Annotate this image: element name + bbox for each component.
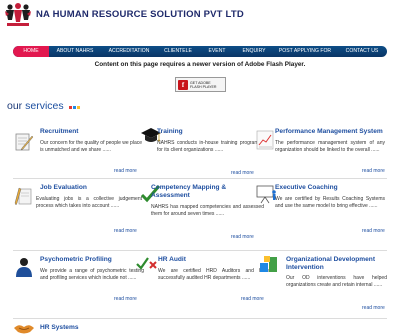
service-title[interactable]: Performance Management System [275,128,383,136]
read-more-link[interactable]: read more [231,234,254,240]
handshake-icon [14,325,34,334]
pencil-paper-icon [14,187,32,206]
person-silhouette-icon [16,258,32,277]
service-desc: The performance management system of any… [275,140,385,154]
get-flash-player-button[interactable]: f GET ADOBE FLASH PLAYER [175,77,226,92]
main-nav: HOME ABOUT NAHRS ACCREDITATION CLIENTELE… [13,46,387,57]
flash-required-message: Content on this page requires a newer ve… [94,61,306,68]
service-title[interactable]: Training [157,128,183,136]
row-divider [13,178,387,179]
read-more-link[interactable]: read more [231,170,254,176]
service-performance-management: Performance Management System The perfor… [255,125,387,177]
company-name: NA HUMAN RESOURCE SOLUTION PVT LTD [36,9,244,20]
row-divider [13,250,387,251]
header: NA HUMAN RESOURCE SOLUTION PVT LTD [0,0,400,30]
service-desc: Evaluating jobs is a collective judgemen… [36,196,142,210]
nav-home[interactable]: HOME [13,46,49,57]
nav-accreditation[interactable]: ACCREDITATION [101,46,157,57]
read-more-link[interactable]: read more [362,305,385,311]
service-hr-audit: HR Audit We are certified HRD Auditors a… [136,253,270,309]
nav-enquiry[interactable]: ENQUIRY [235,46,273,57]
service-title[interactable]: HR Systems [40,324,78,332]
nav-clientele[interactable]: CLIENTELE [157,46,199,57]
service-desc: NAHRS has mapped competencies and assess… [151,204,264,218]
check-cross-icon [136,257,157,270]
service-desc: Our OD interventions have helped organiz… [286,275,387,289]
service-desc: We are certified by Results Coaching Sys… [275,196,385,210]
dot-red [68,106,72,110]
presentation-board-icon [256,185,276,204]
service-title[interactable]: Recruitment [40,128,78,136]
line-chart-icon [256,130,274,150]
service-desc: Our concern for the quality of people we… [40,140,143,154]
service-executive-coaching: Executive Coaching We are certified by R… [255,181,387,237]
service-title[interactable]: Job Evaluation [40,184,87,192]
service-desc: NAHRS conducts in-house training program… [157,140,261,154]
service-training: Training NAHRS conducts in-house trainin… [140,125,268,177]
read-more-link[interactable]: read more [114,168,137,174]
read-more-link[interactable]: read more [362,228,385,234]
service-recruitment: Recruitment Our concern for the quality … [13,125,143,177]
read-more-link[interactable]: read more [362,168,385,174]
service-job-evaluation: Job Evaluation Evaluating jobs is a coll… [13,181,142,237]
service-hr-systems: HR Systems [13,320,141,335]
services-heading: our services [7,100,81,112]
building-blocks-icon [260,256,277,272]
service-desc: We are certified HRD Auditors and have s… [158,268,270,282]
company-logo[interactable] [4,2,32,28]
service-title[interactable]: Psychometric Profiling [40,256,112,264]
nav-event[interactable]: EVENT [199,46,235,57]
service-desc: We provide a range of psychometric testi… [40,268,144,282]
document-pencil-icon [15,133,34,151]
service-competency-mapping: Competency Mapping & Assessment NAHRS ha… [140,181,268,243]
nav-about[interactable]: ABOUT NAHRS [49,46,101,57]
nav-contact[interactable]: CONTACT US [337,46,387,57]
service-od-intervention: Organizational Development Intervention … [258,253,388,313]
flash-badge-line2: FLASH PLAYER [190,84,217,89]
heading-dots [68,100,81,112]
nav-post-applying[interactable]: POST APPLYING FOR [273,46,337,57]
services-heading-part2: services [25,100,64,112]
read-more-link[interactable]: read more [114,296,137,302]
service-title[interactable]: Executive Coaching [275,184,338,192]
read-more-link[interactable]: read more [114,228,137,234]
dot-blue [72,106,76,110]
service-title[interactable]: HR Audit [158,256,186,264]
page: NA HUMAN RESOURCE SOLUTION PVT LTD HOME … [0,0,400,335]
service-title[interactable]: Organizational Development Intervention [286,256,388,271]
services-heading-part1: our [7,100,23,112]
service-psychometric-profiling: Psychometric Profiling We provide a rang… [13,253,144,309]
row-divider [13,318,387,319]
dot-yellow [76,106,80,110]
service-title[interactable]: Competency Mapping & Assessment [151,184,259,199]
flash-player-icon: f [178,79,188,90]
